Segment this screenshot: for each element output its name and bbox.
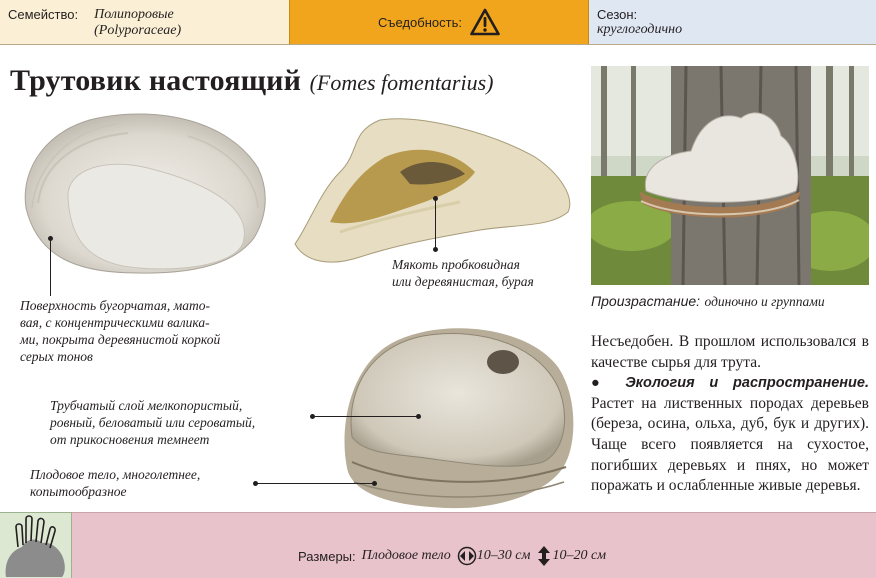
cap-surface-photo [24,113,266,274]
fruitbody-leader-dot-right [372,481,377,486]
season-value: круглогодично [597,22,683,37]
family-name-ru: Полипоровые [94,7,174,22]
sizes-label: Размеры: [298,548,356,564]
edibility-cell: Съедобность: [289,0,589,45]
flesh-annotation: Мякоть пробковидная или деревянистая, бу… [392,257,534,289]
family-name-lat: (Polyporaceae) [94,23,182,38]
habitat-line: Произрастание: одиночно и группами [591,293,825,311]
ecology-heading: ● Экология и распространение. [591,375,869,392]
description-text: Несъедобен. В прошлом использовался в ка… [591,332,869,497]
surface-leader-dot [48,236,53,241]
title-name-lat: (Fomes fomentarius) [309,70,494,95]
title-name-ru: Трутовик настоящий [10,64,302,97]
header-bar: Семейство: Полипоровые (Polyporaceae) Съ… [0,0,876,45]
width-value: 10–30 см [476,548,531,563]
description-intro: Несъедобен. В прошлом использовался в ка… [591,333,869,371]
tubes-leader-line [313,416,418,417]
footer-corner [0,512,72,578]
height-value: 10–20 см [552,548,607,563]
season-label: Сезон: [597,7,638,22]
tubes-leader-dot-right [416,414,421,419]
mushroom-group-silhouette-icon [5,515,65,577]
edibility-label: Съедобность: [378,14,462,30]
surface-leader-line [50,240,51,296]
season-cell: Сезон: круглогодично [589,0,876,45]
horizontal-arrows-icon [457,546,477,566]
family-values: Полипоровые (Polyporaceae) [94,7,181,44]
flesh-leader-end-dot [433,247,438,252]
habitat-value: одиночно и группами [704,294,825,309]
fruitbody-annotation: Плодовое тело, многолетнее, копытообразн… [30,467,201,499]
habitat-label: Произрастание: [591,293,701,309]
family-label: Семейство: [8,7,79,22]
flesh-leader-line [435,200,436,250]
surface-annotation: Поверхность бугорчатая, мато- вая, с кон… [20,298,221,364]
page-title: Трутовик настоящий (Fomes fomentarius) [10,64,494,98]
tubes-annotation: Трубчатый слой мелкопористый, ровный, бе… [50,398,256,447]
flesh-leader-dot [433,196,438,201]
sizes-line: Размеры: Плодовое тело 10–30 см 10–20 см [298,545,606,567]
sizes-body: Плодовое тело [361,548,451,563]
habitat-photo [591,66,869,285]
vertical-arrows-icon [538,546,551,566]
fruitbody-leader-line [256,483,374,484]
ecology-text: Растет на лиственных породах деревьев (б… [591,394,869,495]
family-cell: Семейство: Полипоровые (Polyporaceae) [0,0,289,45]
warning-triangle-icon [470,8,500,36]
